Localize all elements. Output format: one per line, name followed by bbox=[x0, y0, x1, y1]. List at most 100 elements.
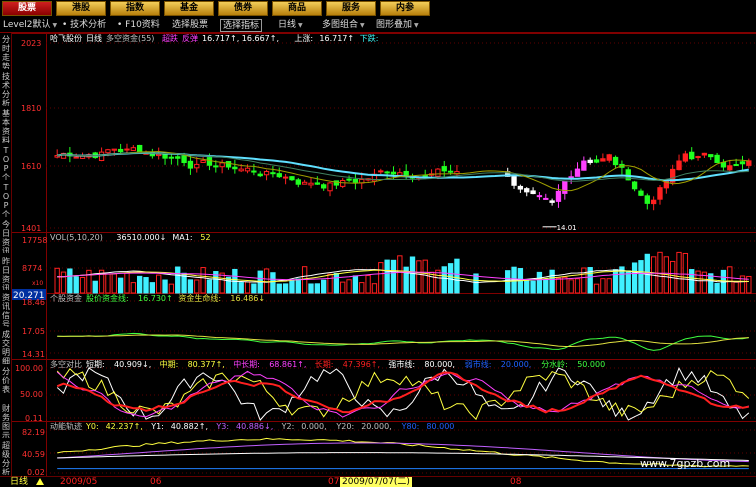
volume-bar bbox=[289, 280, 295, 294]
market-tab-5[interactable]: 债券 bbox=[218, 1, 268, 16]
volume-bar bbox=[727, 266, 733, 294]
y-axis-label: 100.00 bbox=[15, 364, 43, 373]
candle-down bbox=[403, 170, 409, 176]
sidebar-tab-6[interactable]: 今 日 资 讯 bbox=[1, 220, 11, 254]
market-tab-3[interactable]: 指数 bbox=[110, 1, 160, 16]
ma-label: MA1: bbox=[172, 233, 192, 242]
candle-up bbox=[327, 182, 333, 192]
status-label: 超跌 bbox=[162, 33, 178, 43]
volume-bar bbox=[143, 277, 149, 294]
volume-bar bbox=[409, 256, 416, 294]
multi-chart-dropdown[interactable]: 多图组合 bbox=[322, 19, 365, 32]
sidebar-tab-4[interactable]: T O P 个 股 bbox=[1, 146, 11, 180]
candle-down bbox=[530, 190, 536, 195]
candle-up bbox=[219, 162, 225, 168]
y-axis-label: 2023 bbox=[21, 39, 41, 48]
volume-bar bbox=[187, 279, 194, 294]
candle-up bbox=[555, 190, 562, 202]
volume-bar bbox=[282, 283, 289, 294]
volume-bar bbox=[574, 278, 581, 294]
y20-value: 20.000, bbox=[361, 422, 392, 431]
month-label: 07 bbox=[328, 477, 340, 487]
sidebar-tab-11[interactable]: 财 务 图 示 bbox=[1, 404, 11, 438]
candle-down bbox=[225, 161, 232, 168]
market-tab-2[interactable]: 港股 bbox=[56, 1, 106, 16]
volume-bar bbox=[530, 280, 536, 294]
select-stock-button[interactable]: 选择股票 bbox=[172, 19, 208, 32]
weak-value: 20.000, bbox=[501, 360, 532, 369]
level2-default-dropdown[interactable]: Level2默认 bbox=[3, 19, 57, 32]
candle-up bbox=[340, 179, 346, 187]
volume-bar bbox=[581, 267, 587, 294]
volume-bar bbox=[657, 251, 663, 294]
sidebar-tab-2[interactable]: 技 术 分 析 bbox=[1, 72, 11, 106]
volume-bar bbox=[308, 283, 314, 294]
fund-line2-label: 资金生命线: bbox=[178, 293, 221, 303]
candle-down bbox=[720, 162, 727, 168]
sidebar-tab-1[interactable]: 分 时 走 势 bbox=[1, 35, 11, 69]
overlay-dropdown[interactable]: 图形叠加 bbox=[376, 19, 419, 32]
market-tab-bar: 股票 港股 指数 基金 债券 商品 服务 内参 bbox=[0, 0, 756, 18]
volume-bar bbox=[86, 269, 92, 294]
candle-down bbox=[346, 178, 352, 181]
sidebar-tab-5[interactable]: T O P 个 股 bbox=[1, 183, 11, 217]
market-tab-4[interactable]: 基金 bbox=[164, 1, 214, 16]
mid-label: 中期: bbox=[160, 359, 179, 369]
technical-analysis-button[interactable]: • 技术分析 bbox=[62, 19, 106, 32]
volume-bar bbox=[435, 269, 441, 294]
volume-bar bbox=[600, 278, 606, 294]
candle-down bbox=[168, 156, 175, 159]
sidebar-tab-8[interactable]: 资 讯 信 号 bbox=[1, 293, 11, 327]
volume-bar bbox=[397, 255, 403, 294]
volume-bar bbox=[378, 262, 384, 294]
cursor-date-label: 2009/07/07(二) bbox=[340, 477, 412, 487]
sidebar-tab-7[interactable]: 昨 日 资 讯 bbox=[1, 257, 11, 291]
candle-up bbox=[574, 168, 581, 177]
candle-up bbox=[244, 167, 251, 172]
period-dropdown[interactable]: 日线 bbox=[278, 19, 303, 32]
sidebar-tab-12[interactable]: 超 级 分 析 bbox=[1, 441, 11, 475]
volume-bar bbox=[428, 271, 435, 294]
candle-down bbox=[511, 176, 517, 186]
candle-up bbox=[194, 163, 200, 169]
volume-bar bbox=[340, 281, 346, 294]
market-tab-1[interactable]: 股票 bbox=[2, 1, 52, 16]
volume-bar bbox=[295, 278, 301, 294]
select-indicator-button[interactable]: 选择指标 bbox=[220, 19, 263, 32]
month-label: 08 bbox=[510, 477, 522, 487]
candle-down bbox=[270, 172, 276, 175]
split-label: 分水岭: bbox=[541, 359, 568, 369]
candle-down bbox=[447, 170, 454, 173]
market-tab-6[interactable]: 商品 bbox=[272, 1, 322, 16]
y-axis-label: 1610 bbox=[21, 162, 41, 171]
candle-up bbox=[282, 176, 289, 179]
volume-bar bbox=[175, 266, 181, 294]
y-axis-label: 8774 bbox=[22, 264, 42, 273]
volume-bar bbox=[219, 272, 225, 294]
candle-up bbox=[435, 168, 441, 177]
sidebar-tab-9[interactable]: 成 交 明 细 bbox=[1, 330, 11, 364]
market-tab-7[interactable]: 服务 bbox=[326, 1, 376, 16]
volume-bar bbox=[124, 272, 130, 294]
stock-chart[interactable]: 2023181016101401177588774x1020.27118.461… bbox=[12, 33, 756, 476]
candle-up bbox=[695, 156, 701, 159]
candle-up bbox=[200, 159, 206, 163]
candle-down bbox=[524, 188, 530, 193]
y20-label: Y20: bbox=[335, 422, 354, 431]
split-value: 50.000 bbox=[577, 360, 605, 369]
triangle-up-icon[interactable] bbox=[36, 478, 44, 485]
candle-down bbox=[739, 161, 746, 165]
sidebar-tab-10[interactable]: 分 价 表 bbox=[1, 367, 11, 401]
volume-bar bbox=[321, 279, 327, 294]
volume-bar bbox=[631, 262, 638, 294]
market-tab-8[interactable]: 内参 bbox=[380, 1, 430, 16]
y0-value: 42.237↑, bbox=[106, 422, 143, 431]
volume-bar bbox=[346, 279, 352, 294]
ma-value: 52 bbox=[200, 233, 210, 242]
ma-line-olive bbox=[57, 150, 749, 192]
volume-bar bbox=[79, 276, 86, 294]
f10-info-button[interactable]: • F10资料 bbox=[117, 19, 160, 32]
volume-bar bbox=[168, 283, 175, 294]
candle-down bbox=[333, 180, 340, 186]
sidebar-tab-3[interactable]: 基 本 资 料 bbox=[1, 109, 11, 143]
